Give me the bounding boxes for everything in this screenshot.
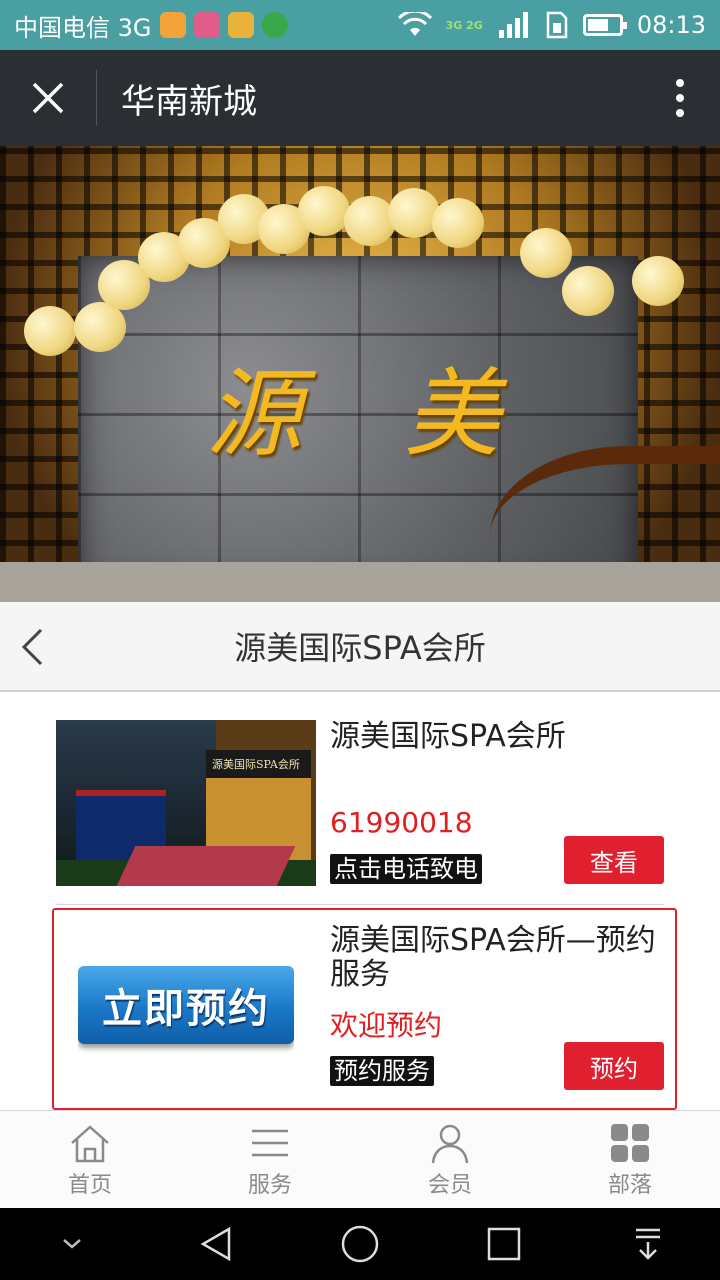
chevron-down-icon xyxy=(63,1239,81,1249)
more-vertical-icon xyxy=(676,79,684,117)
tab-services[interactable]: 服务 xyxy=(180,1111,360,1208)
clock: 08:13 xyxy=(636,11,706,39)
balloon xyxy=(520,228,572,278)
service-list: 源美国际SPA会所 源美国际SPA会所 61990018 点击电话致电 查看 立… xyxy=(0,692,720,1110)
tab-label: 会员 xyxy=(427,1172,472,1198)
title-bar: 华南新城 xyxy=(0,50,720,146)
list-item[interactable]: 源美国际SPA会所 源美国际SPA会所 61990018 点击电话致电 查看 xyxy=(56,720,664,886)
close-button[interactable] xyxy=(0,50,96,146)
hero-sign-char: 源 xyxy=(206,358,302,470)
view-button[interactable]: 查看 xyxy=(564,836,664,884)
pull-down-icon xyxy=(636,1228,660,1260)
nav-recents-button[interactable] xyxy=(469,1214,539,1274)
balloon xyxy=(432,198,484,248)
title-divider xyxy=(96,70,97,126)
nav-back-button[interactable] xyxy=(181,1214,251,1274)
page-title: 华南新城 xyxy=(121,81,257,122)
status-bar: 中国电信 3G 3G 2G 08:13 xyxy=(0,0,720,50)
signal-icon xyxy=(498,12,528,38)
tab-label: 服务 xyxy=(247,1172,292,1198)
app-notification-icon xyxy=(261,12,288,38)
storefront-carpet xyxy=(116,846,296,886)
user-icon xyxy=(431,1124,469,1163)
subheader: 源美国际SPA会所 xyxy=(0,602,720,692)
hero-banner-image: 源 美 xyxy=(0,146,720,602)
balloon xyxy=(632,256,684,306)
carrier-label: 中国电信 3G xyxy=(14,13,152,42)
tab-label: 部落 xyxy=(607,1172,652,1198)
item-subtitle: 欢迎预约 xyxy=(330,1009,443,1042)
booking-thumbnail: 立即预约 xyxy=(78,946,294,1066)
bottom-tab-bar: 首页 服务 会员 部落 xyxy=(0,1110,720,1208)
back-button[interactable] xyxy=(10,622,54,672)
list-item[interactable]: 立即预约 源美国际SPA会所—预约服务 欢迎预约 预约服务 预约 xyxy=(56,924,664,1098)
notification-icons xyxy=(159,12,288,38)
tab-home[interactable]: 首页 xyxy=(0,1111,180,1208)
grid-icon xyxy=(611,1123,649,1162)
home-circle-icon xyxy=(341,1225,379,1263)
phone-number[interactable]: 61990018 xyxy=(330,806,473,839)
battery-icon xyxy=(582,14,627,36)
close-icon xyxy=(32,82,64,114)
tab-member[interactable]: 会员 xyxy=(360,1111,540,1208)
item-name: 源美国际SPA会所—预约服务 xyxy=(330,923,656,992)
more-menu-button[interactable] xyxy=(640,50,720,146)
item-name: 源美国际SPA会所 xyxy=(330,719,566,754)
back-triangle-icon xyxy=(200,1226,231,1262)
nav-home-button[interactable] xyxy=(325,1214,395,1274)
wifi-icon xyxy=(397,12,432,36)
app-notification-icon xyxy=(193,12,220,38)
menu-list-icon xyxy=(252,1129,288,1156)
chevron-left-icon xyxy=(21,628,43,666)
book-now-image: 立即预约 xyxy=(78,966,294,1044)
app-notification-icon xyxy=(227,12,254,38)
hide-nav-button[interactable] xyxy=(37,1214,107,1274)
balloon xyxy=(562,266,614,316)
list-divider xyxy=(56,904,664,905)
app-notification-icon xyxy=(159,12,186,38)
balloon xyxy=(388,188,440,238)
storefront-thumbnail: 源美国际SPA会所 xyxy=(56,720,316,886)
reception-counter xyxy=(0,562,720,602)
book-button[interactable]: 预约 xyxy=(564,1042,664,1090)
system-navigation-bar xyxy=(0,1208,720,1280)
tab-tribe[interactable]: 部落 xyxy=(540,1111,720,1208)
balloon xyxy=(298,186,350,236)
network-type-badge: 3G 2G xyxy=(445,18,483,32)
booking-tag: 预约服务 xyxy=(330,1056,434,1086)
sim-card-icon xyxy=(546,11,568,39)
balloon xyxy=(24,306,76,356)
nav-notification-button[interactable] xyxy=(613,1214,683,1274)
recents-square-icon xyxy=(487,1227,521,1261)
balloon xyxy=(344,196,396,246)
storefront-sign: 源美国际SPA会所 xyxy=(212,758,300,771)
tab-label: 首页 xyxy=(67,1172,112,1198)
call-tag[interactable]: 点击电话致电 xyxy=(330,854,482,884)
subheader-title: 源美国际SPA会所 xyxy=(234,629,486,667)
hero-sign-char: 美 xyxy=(404,358,500,470)
home-icon xyxy=(71,1124,109,1162)
